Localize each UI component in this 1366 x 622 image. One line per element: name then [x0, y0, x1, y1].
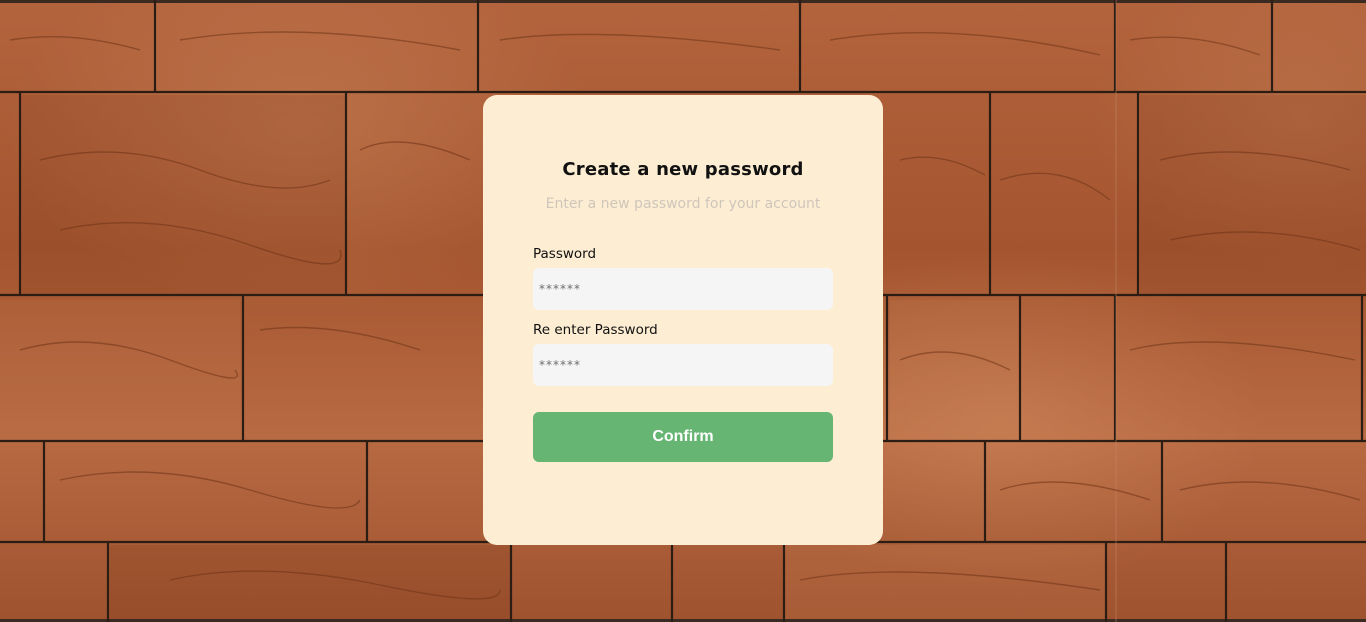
reenter-password-label: Re enter Password: [533, 322, 658, 338]
password-input[interactable]: [533, 268, 833, 310]
page-subtitle: Enter a new password for your account: [545, 196, 821, 212]
confirm-button[interactable]: Confirm: [533, 412, 833, 462]
password-card: Create a new password Enter a new passwo…: [483, 95, 883, 545]
reenter-password-input[interactable]: [533, 344, 833, 386]
password-label: Password: [533, 246, 597, 262]
page-title: Create a new password: [562, 159, 804, 180]
